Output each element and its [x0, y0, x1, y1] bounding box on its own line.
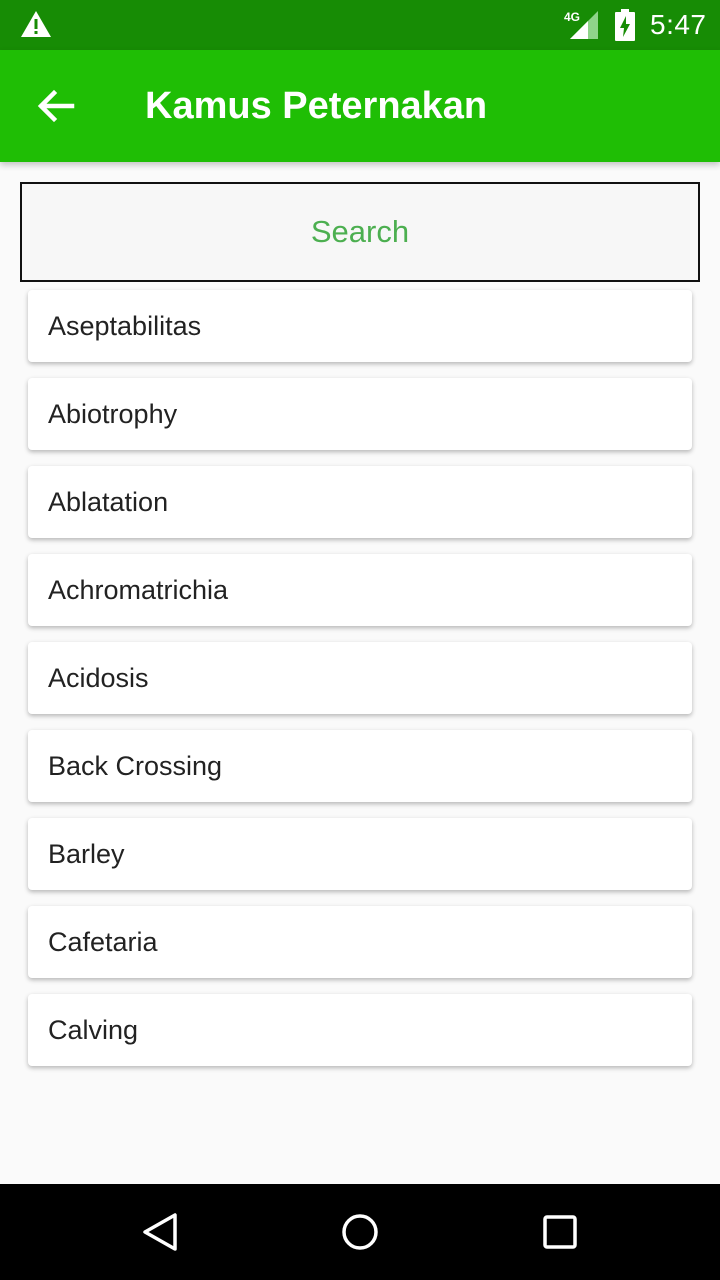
- app-bar: Kamus Peternakan: [0, 50, 720, 162]
- list-item-label: Achromatrichia: [48, 574, 229, 605]
- term-list: Aseptabilitas Abiotrophy Ablatation Achr…: [28, 290, 692, 1082]
- recents-square-icon[interactable]: [540, 1212, 580, 1252]
- arrow-left-icon[interactable]: [32, 86, 80, 126]
- list-item-label: Ablatation: [48, 486, 169, 517]
- list-item[interactable]: Calving: [28, 994, 692, 1066]
- battery-charging-icon: [615, 9, 635, 41]
- status-time: 5:47: [650, 9, 707, 40]
- list-item[interactable]: Cafetaria: [28, 906, 692, 978]
- list-item[interactable]: Abiotrophy: [28, 378, 692, 450]
- home-circle-icon[interactable]: [340, 1212, 380, 1252]
- signal-icon: 4G: [564, 10, 598, 39]
- navigation-bar: [0, 1184, 720, 1280]
- warning-icon: [21, 11, 51, 37]
- list-item-label: Cafetaria: [48, 926, 158, 957]
- list-item[interactable]: Ablatation: [28, 466, 692, 538]
- list-item-label: Back Crossing: [48, 750, 223, 781]
- list-item[interactable]: Barley: [28, 818, 692, 890]
- network-type-label: 4G: [564, 10, 580, 24]
- search-button[interactable]: Search: [20, 182, 700, 282]
- list-item[interactable]: Back Crossing: [28, 730, 692, 802]
- list-item-label: Acidosis: [48, 662, 149, 693]
- page-title: Kamus Peternakan: [145, 85, 488, 127]
- list-item-label: Aseptabilitas: [48, 310, 202, 341]
- status-bar: 4G 5:47: [0, 0, 720, 50]
- search-label: Search: [310, 214, 410, 249]
- back-triangle-icon[interactable]: [140, 1212, 180, 1252]
- list-item-label: Barley: [48, 838, 125, 869]
- list-item-label: Calving: [48, 1014, 139, 1045]
- list-item[interactable]: Achromatrichia: [28, 554, 692, 626]
- list-item-label: Abiotrophy: [48, 398, 178, 429]
- list-item[interactable]: Aseptabilitas: [28, 290, 692, 362]
- list-item[interactable]: Acidosis: [28, 642, 692, 714]
